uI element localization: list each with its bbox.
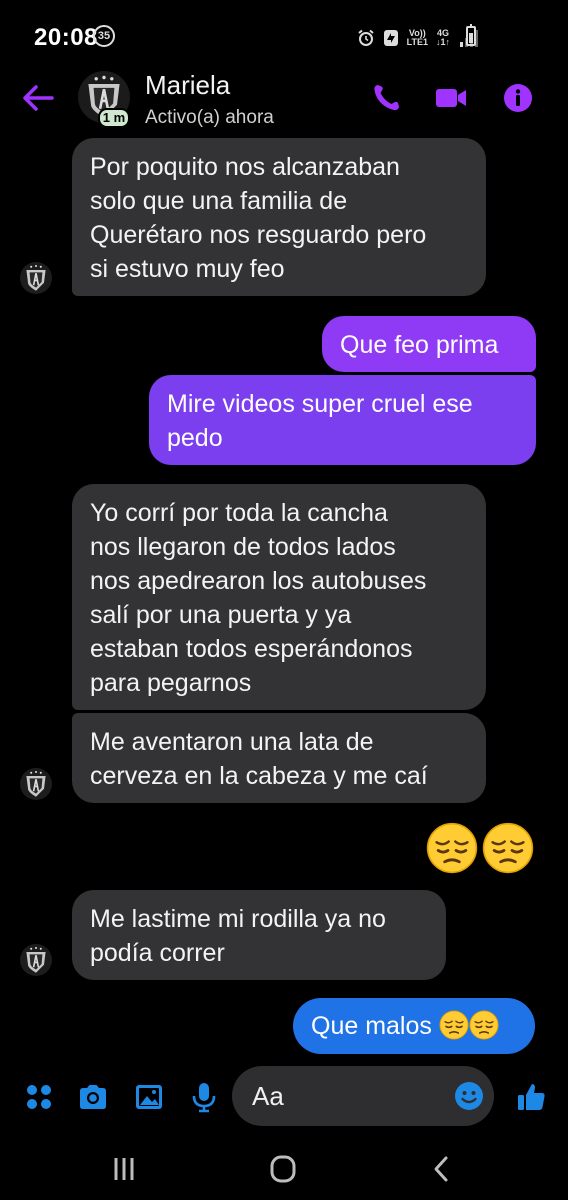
incoming-message-bubble[interactable]: Me aventaron una lata de cerveza en la c… — [72, 713, 486, 803]
network-type-indicator: 4G ↓1↑ — [435, 28, 450, 47]
back-arrow-icon[interactable] — [20, 82, 56, 114]
sender-avatar[interactable] — [20, 262, 52, 294]
recent-apps-icon[interactable] — [106, 1154, 142, 1184]
active-time-badge: 1 m — [98, 108, 130, 128]
volte-indicator: Vo)) LTE1 — [406, 28, 428, 47]
message-text: Que feo prima — [340, 331, 499, 359]
sender-avatar[interactable] — [20, 768, 52, 800]
outgoing-message-bubble[interactable]: Que malos — [293, 998, 535, 1054]
message-text: nos llegaron de todos lados — [90, 533, 396, 561]
thumbs-up-icon[interactable] — [515, 1081, 547, 1113]
conversation-header: 1 m Mariela Activo(a) ahora — [0, 64, 568, 136]
incoming-message-bubble[interactable]: Por poquito nos alcanzaban solo que una … — [72, 138, 486, 296]
team-crest-icon — [20, 944, 52, 976]
emoji-icon[interactable] — [454, 1081, 484, 1111]
pensive-face-icon — [426, 822, 478, 874]
info-icon[interactable] — [502, 82, 536, 114]
message-text: Querétaro nos resguardo pero — [90, 221, 427, 249]
message-text: Me aventaron una lata de — [90, 728, 374, 756]
message-composer — [0, 1064, 568, 1132]
system-navigation-bar — [0, 1132, 568, 1200]
home-icon[interactable] — [265, 1154, 301, 1184]
sender-avatar[interactable] — [20, 944, 52, 976]
incoming-message-bubble[interactable]: Me lastime mi rodilla ya no podía correr — [72, 890, 446, 980]
message-text: cerveza en la cabeza y me caí — [90, 762, 428, 790]
message-text: podía correr — [90, 939, 225, 967]
team-crest-icon — [20, 768, 52, 800]
message-text: Me lastime mi rodilla ya no — [90, 905, 386, 933]
message-text: nos apedrearon los autobuses — [90, 567, 427, 595]
notification-count-badge: 35 — [93, 25, 115, 47]
contact-active-status: Activo(a) ahora — [145, 107, 274, 128]
message-text: Por poquito nos alcanzaban — [90, 153, 400, 181]
message-text: si estuvo muy feo — [90, 255, 285, 283]
message-text: solo que una familia de — [90, 187, 348, 215]
contact-name[interactable]: Mariela — [145, 70, 230, 101]
message-text: Yo corrí por toda la cancha — [90, 499, 388, 527]
status-time: 20:08 — [34, 24, 98, 51]
pensive-face-icon — [482, 822, 534, 874]
message-text: para pegarnos — [90, 669, 252, 697]
alarm-icon — [358, 29, 374, 46]
video-camera-icon[interactable] — [434, 82, 468, 114]
message-text: salí por una puerta y ya — [90, 601, 352, 629]
incoming-message-bubble[interactable]: Yo corrí por toda la cancha nos llegaron… — [72, 484, 486, 710]
status-bar: 20:08 35 Vo)) LTE1 4G ↓1↑ — [0, 0, 568, 64]
message-text: estaban todos esperándonos — [90, 635, 413, 663]
camera-icon[interactable] — [77, 1081, 109, 1113]
gallery-icon[interactable] — [133, 1081, 165, 1113]
status-icons: Vo)) LTE1 4G ↓1↑ — [357, 26, 478, 50]
message-text: Que malos — [311, 1012, 432, 1040]
apps-grid-icon[interactable] — [23, 1081, 55, 1113]
outgoing-message-bubble[interactable]: Mire videos super cruel ese pedo — [149, 375, 536, 465]
message-text: pedo — [167, 424, 223, 452]
pensive-face-icon — [439, 1010, 469, 1040]
microphone-icon[interactable] — [188, 1081, 220, 1113]
pensive-face-icon — [469, 1010, 499, 1040]
data-saver-icon — [383, 30, 398, 46]
message-text: Mire videos super cruel ese — [167, 390, 473, 418]
team-crest-icon — [20, 262, 52, 294]
phone-icon[interactable] — [370, 82, 404, 114]
outgoing-message-bubble[interactable]: Que feo prima — [322, 316, 536, 372]
back-icon[interactable] — [424, 1154, 460, 1184]
battery-icon — [466, 24, 476, 46]
